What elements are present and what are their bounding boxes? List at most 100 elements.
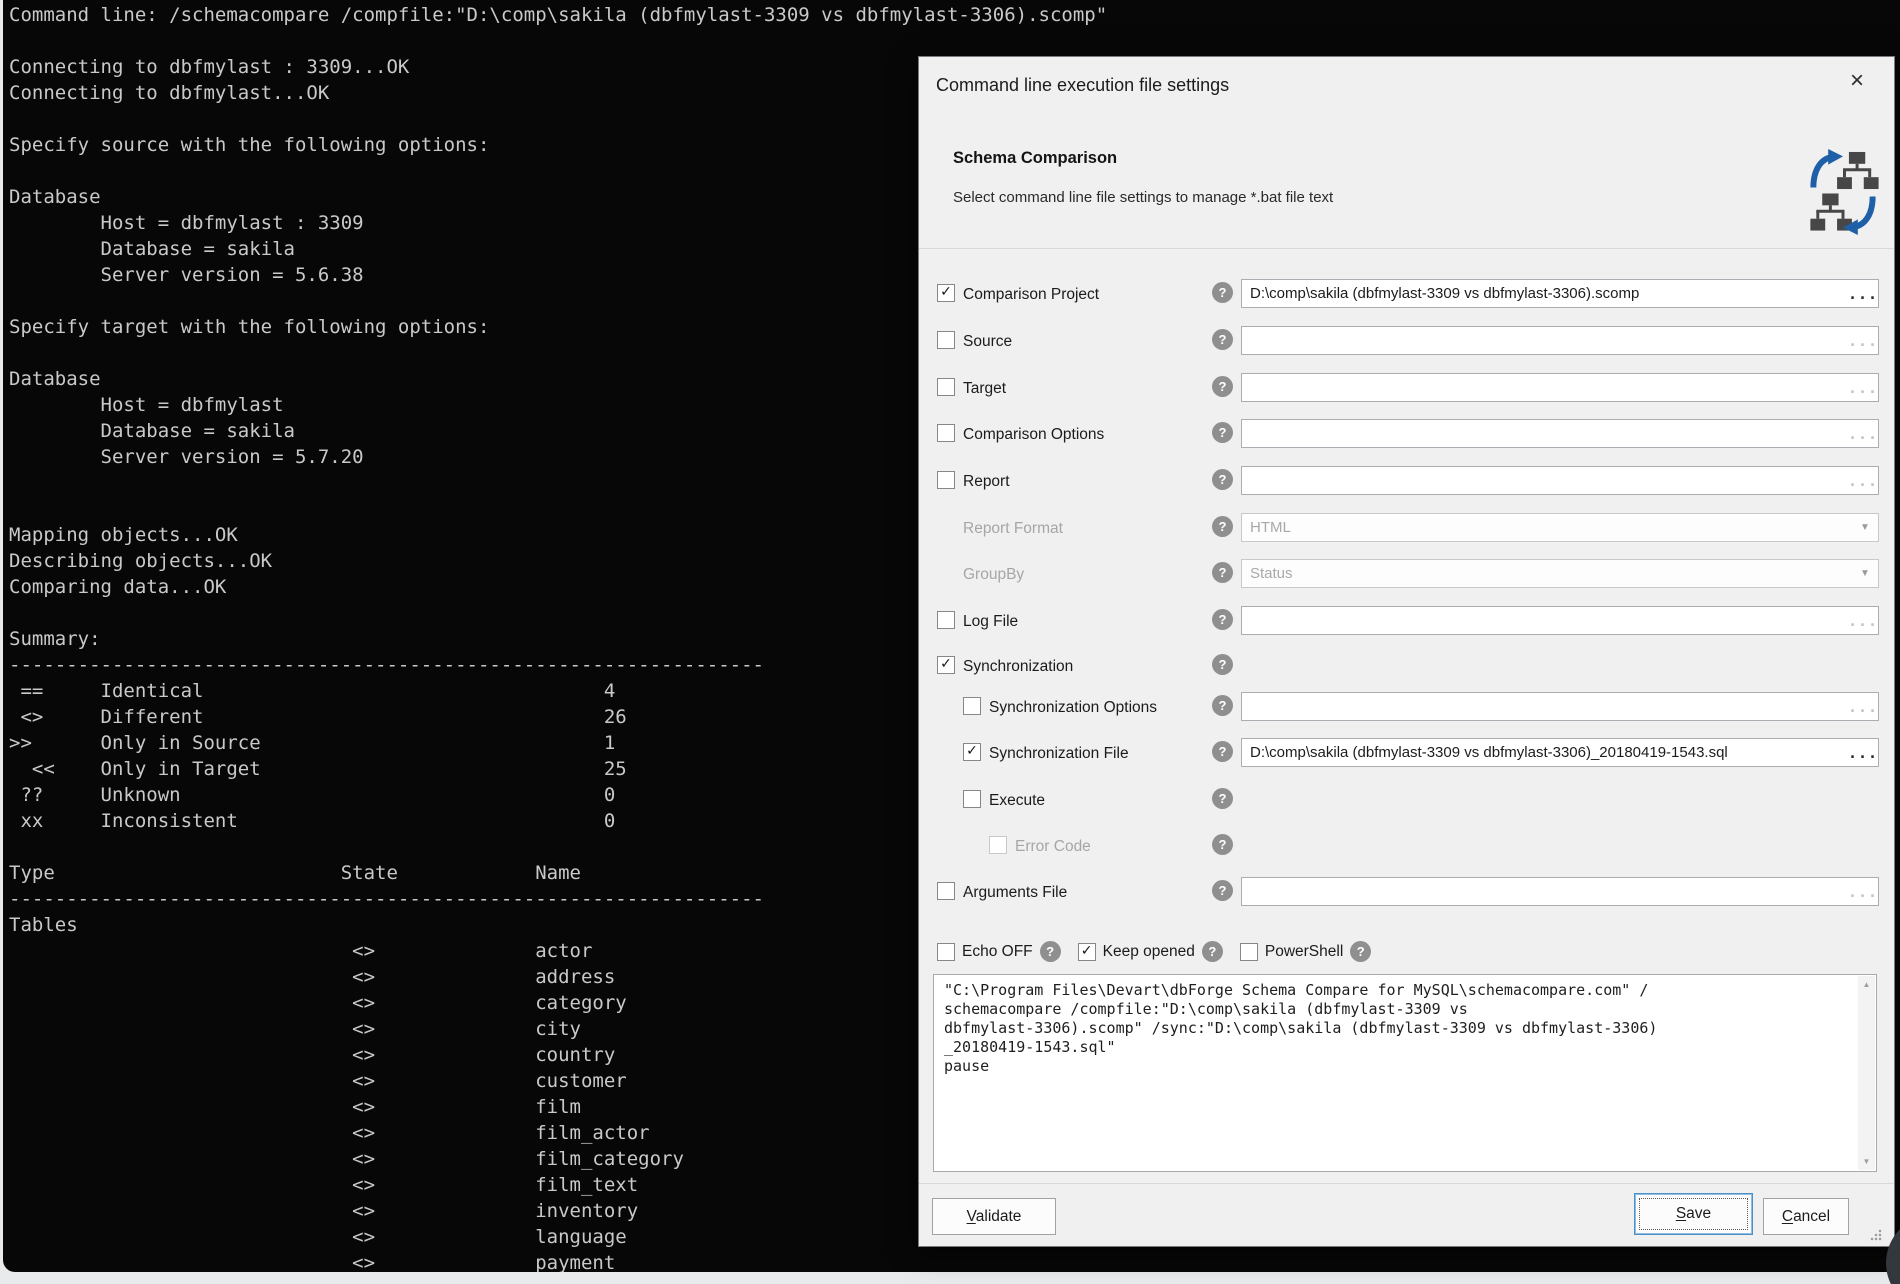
report-help-icon[interactable]: ? [1212, 469, 1233, 490]
arguments-file-help-icon[interactable]: ? [1212, 880, 1233, 901]
flag-keep-opened: ✓ Keep opened? [1078, 941, 1223, 962]
echo-off-checkbox[interactable] [937, 943, 955, 961]
synchronization-file-input[interactable]: D:\comp\sakila (dbfmylast-3309 vs dbfmyl… [1241, 738, 1879, 767]
script-scrollbar[interactable]: ▲ ▼ [1858, 976, 1875, 1170]
powershell-label: PowerShell [1265, 943, 1343, 961]
resize-grip[interactable] [1870, 1229, 1882, 1241]
execute-help-icon[interactable]: ? [1212, 788, 1233, 809]
target-label: Target [963, 380, 1006, 398]
report-format-dropdown-arrow: ▼ [1852, 522, 1878, 533]
target-checkbox[interactable] [937, 378, 955, 396]
save-button[interactable]: Save [1634, 1193, 1753, 1235]
source-label: Source [963, 333, 1012, 351]
arguments-file-checkbox[interactable] [937, 882, 955, 900]
comparison-options-browse-button[interactable]: ... [1848, 425, 1878, 443]
source-checkbox[interactable] [937, 331, 955, 349]
report-format-value: HTML [1242, 519, 1852, 536]
header-divider [919, 248, 1894, 249]
settings-row-arguments-file: Arguments File?... [919, 877, 1894, 907]
synchronization-options-input[interactable]: ... [1241, 692, 1879, 721]
settings-row-groupby: GroupBy? Status▼ [919, 559, 1894, 589]
settings-row-synchronization-file: ✓ Synchronization File? D:\comp\sakila (db… [919, 738, 1894, 768]
settings-row-execute: Execute? [919, 785, 1894, 815]
keep-opened-label: Keep opened [1103, 943, 1195, 961]
groupby-dropdown-arrow: ▼ [1852, 568, 1878, 579]
synchronization-file-browse-button[interactable]: ... [1848, 744, 1878, 762]
source-help-icon[interactable]: ? [1212, 329, 1233, 350]
report-format-select: HTML▼ [1241, 513, 1879, 542]
command-line-settings-dialog: Command line execution file settings × S… [918, 56, 1895, 1247]
comparison-options-input[interactable]: ... [1241, 419, 1879, 448]
groupby-value: Status [1242, 565, 1852, 582]
comparison-options-help-icon[interactable]: ? [1212, 422, 1233, 443]
report-format-label: Report Format [963, 520, 1063, 538]
flag-echo-off: Echo OFF? [937, 941, 1061, 962]
log-file-label: Log File [963, 613, 1018, 631]
synchronization-checkbox[interactable]: ✓ [937, 656, 955, 674]
log-file-help-icon[interactable]: ? [1212, 609, 1233, 630]
synchronization-options-help-icon[interactable]: ? [1212, 695, 1233, 716]
settings-row-log-file: Log File?... [919, 606, 1894, 636]
comparison-project-help-icon[interactable]: ? [1212, 282, 1233, 303]
settings-row-report-format: Report Format? HTML▼ [919, 513, 1894, 543]
settings-row-synchronization: ✓ Synchronization? [919, 651, 1894, 681]
synchronization-help-icon[interactable]: ? [1212, 654, 1233, 675]
dialog-title: Command line execution file settings [936, 75, 1229, 96]
error-code-checkbox[interactable] [989, 836, 1007, 854]
schema-comparison-icon [1807, 149, 1879, 235]
synchronization-options-checkbox[interactable] [963, 697, 981, 715]
bat-option-flags: Echo OFF?✓Keep opened?PowerShell? [937, 941, 1371, 962]
arguments-file-browse-button[interactable]: ... [1848, 883, 1878, 901]
arguments-file-input[interactable]: ... [1241, 877, 1879, 906]
scroll-down-icon[interactable]: ▼ [1863, 1157, 1871, 1166]
report-format-help-icon[interactable]: ? [1212, 516, 1233, 537]
scroll-up-icon[interactable]: ▲ [1863, 980, 1871, 989]
comparison-project-input[interactable]: D:\comp\sakila (dbfmylast-3309 vs dbfmyl… [1241, 279, 1879, 308]
synchronization-label: Synchronization [963, 658, 1073, 676]
validate-button[interactable]: Validate [932, 1198, 1056, 1235]
powershell-checkbox[interactable] [1240, 943, 1258, 961]
synchronization-options-browse-button[interactable]: ... [1848, 698, 1878, 716]
comparison-project-checkbox[interactable]: ✓ [937, 284, 955, 302]
echo-off-help-icon[interactable]: ? [1040, 941, 1061, 962]
synchronization-file-checkbox[interactable]: ✓ [963, 743, 981, 761]
execute-checkbox[interactable] [963, 790, 981, 808]
comparison-options-checkbox[interactable] [937, 424, 955, 442]
log-file-input[interactable]: ... [1241, 606, 1879, 635]
groupby-label: GroupBy [963, 566, 1024, 584]
keep-opened-help-icon[interactable]: ? [1202, 941, 1223, 962]
settings-row-error-code: Error Code? [919, 831, 1894, 861]
report-input[interactable]: ... [1241, 466, 1879, 495]
schema-comparison-heading: Schema Comparison [953, 149, 1117, 168]
error-code-label: Error Code [1015, 838, 1091, 856]
bat-script-box[interactable]: "C:\Program Files\Devart\dbForge Schema … [933, 974, 1877, 1172]
close-icon[interactable]: × [1843, 67, 1871, 95]
keep-opened-checkbox[interactable]: ✓ [1078, 943, 1096, 961]
log-file-browse-button[interactable]: ... [1848, 612, 1878, 630]
comparison-options-label: Comparison Options [963, 426, 1104, 444]
cancel-button[interactable]: Cancel [1763, 1198, 1849, 1235]
target-help-icon[interactable]: ? [1212, 376, 1233, 397]
target-input[interactable]: ... [1241, 373, 1879, 402]
report-checkbox[interactable] [937, 471, 955, 489]
settings-row-synchronization-options: Synchronization Options?... [919, 692, 1894, 722]
powershell-help-icon[interactable]: ? [1350, 941, 1371, 962]
synchronization-file-label: Synchronization File [989, 745, 1129, 763]
log-file-checkbox[interactable] [937, 611, 955, 629]
error-code-help-icon[interactable]: ? [1212, 834, 1233, 855]
source-browse-button[interactable]: ... [1848, 332, 1878, 350]
settings-row-source: Source?... [919, 326, 1894, 356]
footer-divider [919, 1183, 1894, 1184]
settings-row-comparison-project: ✓Comparison Project?D:\comp\sakila (dbfm… [919, 279, 1894, 309]
flag-powershell: PowerShell? [1240, 941, 1371, 962]
comparison-project-browse-button[interactable]: ... [1848, 285, 1878, 303]
settings-row-target: Target?... [919, 373, 1894, 403]
report-browse-button[interactable]: ... [1848, 472, 1878, 490]
synchronization-file-value: D:\comp\sakila (dbfmylast-3309 vs dbfmyl… [1242, 744, 1848, 761]
groupby-help-icon[interactable]: ? [1212, 562, 1233, 583]
report-label: Report [963, 473, 1010, 491]
target-browse-button[interactable]: ... [1848, 379, 1878, 397]
source-input[interactable]: ... [1241, 326, 1879, 355]
synchronization-file-help-icon[interactable]: ? [1212, 741, 1233, 762]
synchronization-options-label: Synchronization Options [989, 699, 1157, 717]
